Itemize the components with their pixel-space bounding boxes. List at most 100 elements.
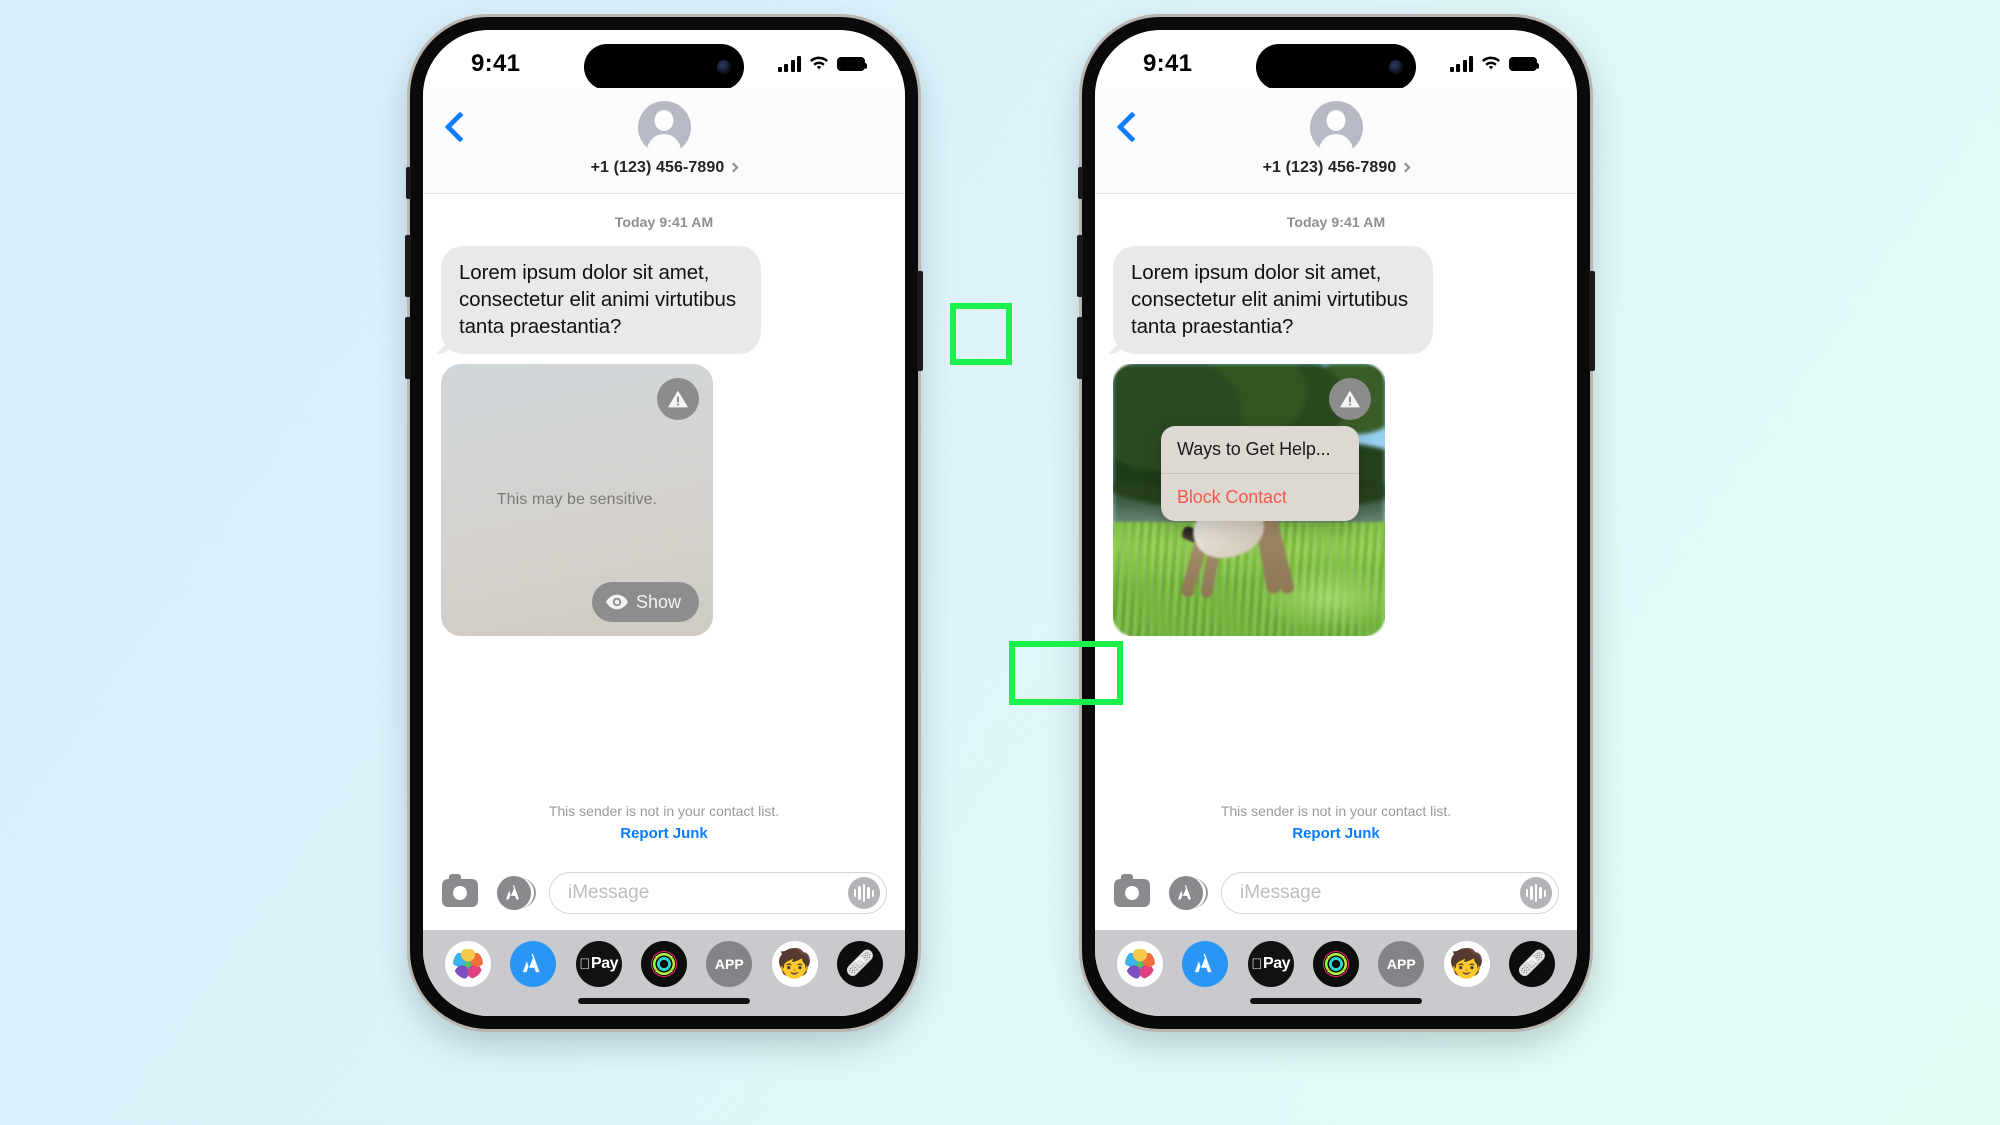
menu-item-ways-to-get-help[interactable]: Ways to Get Help...: [1161, 426, 1359, 473]
camera-icon: [442, 874, 478, 907]
conversation-timestamp: Today 9:41 AM: [614, 214, 714, 230]
report-junk-link[interactable]: Report Junk: [1113, 825, 1559, 842]
memoji-glyph: 🧒: [1449, 948, 1485, 979]
app-store-app-icon[interactable]: [510, 941, 557, 987]
message-placeholder: iMessage: [1240, 882, 1322, 903]
sensitive-content-placeholder[interactable]: This may be sensitive. Show: [441, 364, 713, 637]
phone-mockup-left: 9:41 +1 (123) 456-7890 Today 9:41 AM Lor…: [405, 17, 1123, 1029]
battery-icon: [1509, 57, 1539, 71]
power-button[interactable]: [917, 271, 923, 371]
camera-button[interactable]: [441, 874, 479, 912]
audio-waveform-icon[interactable]: [1520, 877, 1552, 909]
message-bubble[interactable]: Lorem ipsum dolor sit amet, consectetur …: [441, 246, 761, 355]
message-row-incoming: Lorem ipsum dolor sit amet, consectetur …: [1113, 246, 1559, 355]
home-indicator[interactable]: [578, 998, 750, 1004]
battery-icon: [837, 57, 867, 71]
contact-summary[interactable]: +1 (123) 456-7890: [1262, 100, 1411, 177]
status-time: 9:41: [1143, 50, 1193, 77]
app-store-icon: [497, 876, 531, 910]
menu-item-block-contact[interactable]: Block Contact: [1161, 474, 1359, 521]
attachment-row: Ways to Get Help... Block Contact: [1113, 354, 1559, 637]
message-text-field[interactable]: iMessage: [549, 872, 887, 914]
phone-screen-right: 9:41 +1 (123) 456-7890 Today 9:41 AM Lor…: [1095, 30, 1577, 1016]
photos-app-icon[interactable]: [1117, 941, 1163, 987]
imessage-apps-button[interactable]: [1167, 874, 1205, 912]
mute-switch[interactable]: [1078, 167, 1083, 199]
contact-summary[interactable]: +1 (123) 456-7890: [591, 100, 739, 177]
home-indicator[interactable]: [1250, 998, 1422, 1004]
health-glyph: 🩹: [845, 950, 875, 977]
apple-pay-app-icon[interactable]: Pay: [1247, 941, 1294, 987]
message-text-field[interactable]: iMessage: [1221, 872, 1559, 914]
warning-triangle-icon[interactable]: [657, 378, 699, 421]
chevron-right-icon: [1400, 162, 1411, 172]
eye-icon: [606, 594, 628, 610]
apple-pay-app-icon[interactable]: Pay: [575, 941, 622, 987]
memoji-app-icon[interactable]: 🧒: [1443, 941, 1490, 987]
attachment-context-menu: Ways to Get Help... Block Contact: [1161, 426, 1359, 522]
message-row-incoming: Lorem ipsum dolor sit amet, consectetur …: [441, 246, 887, 355]
conversation-header: +1 (123) 456-7890: [1095, 88, 1577, 194]
dynamic-island: [584, 44, 744, 90]
front-camera-icon: [1389, 60, 1403, 74]
chevron-right-icon: [728, 162, 739, 172]
audio-waveform-icon[interactable]: [848, 877, 880, 909]
app-store-badge-icon[interactable]: APP: [706, 941, 753, 987]
fitness-app-icon[interactable]: [640, 941, 687, 987]
message-input-bar: iMessage: [1095, 856, 1577, 930]
contact-phone-number[interactable]: +1 (123) 456-7890: [591, 159, 739, 177]
conversation-timestamp: Today 9:41 AM: [1286, 214, 1386, 230]
unknown-sender-notice: This sender is not in your contact list.…: [1113, 803, 1559, 856]
health-app-icon[interactable]: 🩹: [836, 941, 883, 987]
app-store-icon: [1169, 876, 1203, 910]
app-store-app-icon[interactable]: [1182, 941, 1229, 987]
message-input-bar: iMessage: [423, 856, 905, 930]
volume-up-button[interactable]: [405, 235, 411, 297]
photo-attachment[interactable]: Ways to Get Help... Block Contact: [1113, 364, 1385, 637]
contact-phone-number[interactable]: +1 (123) 456-7890: [1262, 158, 1411, 177]
status-indicators: [1449, 56, 1539, 72]
health-glyph: 🩹: [1517, 950, 1547, 977]
memoji-app-icon[interactable]: 🧒: [771, 941, 818, 987]
message-list: Today 9:41 AM Lorem ipsum dolor sit amet…: [423, 194, 905, 856]
status-bar: 9:41: [1095, 30, 1577, 90]
show-button[interactable]: Show: [591, 582, 699, 623]
cellular-bars-icon: [777, 56, 801, 72]
app-store-badge-icon[interactable]: APP: [1378, 941, 1425, 987]
imessage-apps-button[interactable]: [495, 874, 533, 912]
unknown-sender-notice: This sender is not in your contact list.…: [441, 803, 887, 856]
contact-avatar-icon: [637, 100, 691, 154]
memoji-glyph: 🧒: [777, 948, 813, 979]
unknown-sender-text: This sender is not in your contact list.: [1220, 803, 1452, 819]
power-button[interactable]: [1589, 271, 1595, 371]
wifi-icon: [809, 56, 829, 72]
show-button-label: Show: [635, 591, 681, 612]
phone-screen-left: 9:41 +1 (123) 456-7890 Today 9:41 AM Lor…: [423, 30, 905, 1016]
camera-button[interactable]: [1113, 874, 1151, 912]
status-time: 9:41: [471, 50, 521, 77]
volume-down-button[interactable]: [1077, 317, 1083, 379]
attachment-row: This may be sensitive. Show: [441, 354, 887, 637]
status-indicators: [777, 56, 867, 72]
back-chevron-icon[interactable]: [444, 111, 476, 143]
warning-badge-highlight: [950, 303, 1012, 365]
contact-phone-text: +1 (123) 456-7890: [1262, 158, 1397, 176]
wifi-icon: [1481, 56, 1501, 72]
unknown-sender-text: This sender is not in your contact list.: [548, 803, 780, 819]
contact-avatar-icon: [1309, 100, 1363, 154]
volume-down-button[interactable]: [405, 317, 411, 379]
phone-mockup-right: 9:41 +1 (123) 456-7890 Today 9:41 AM Lor…: [1077, 17, 1595, 1029]
warning-triangle-icon[interactable]: [1329, 378, 1371, 421]
apple-pay-label: Pay: [1257, 955, 1290, 972]
health-app-icon[interactable]: 🩹: [1508, 941, 1555, 987]
report-junk-link[interactable]: Report Junk: [441, 825, 887, 842]
volume-up-button[interactable]: [1077, 235, 1083, 297]
sensitive-content-label: This may be sensitive.: [496, 491, 658, 509]
photos-app-icon[interactable]: [445, 941, 491, 987]
back-chevron-icon[interactable]: [1116, 111, 1148, 143]
mute-switch[interactable]: [406, 167, 411, 199]
front-camera-icon: [717, 60, 731, 74]
message-bubble[interactable]: Lorem ipsum dolor sit amet, consectetur …: [1113, 246, 1433, 355]
camera-icon: [1114, 874, 1150, 907]
fitness-app-icon[interactable]: [1312, 941, 1359, 987]
